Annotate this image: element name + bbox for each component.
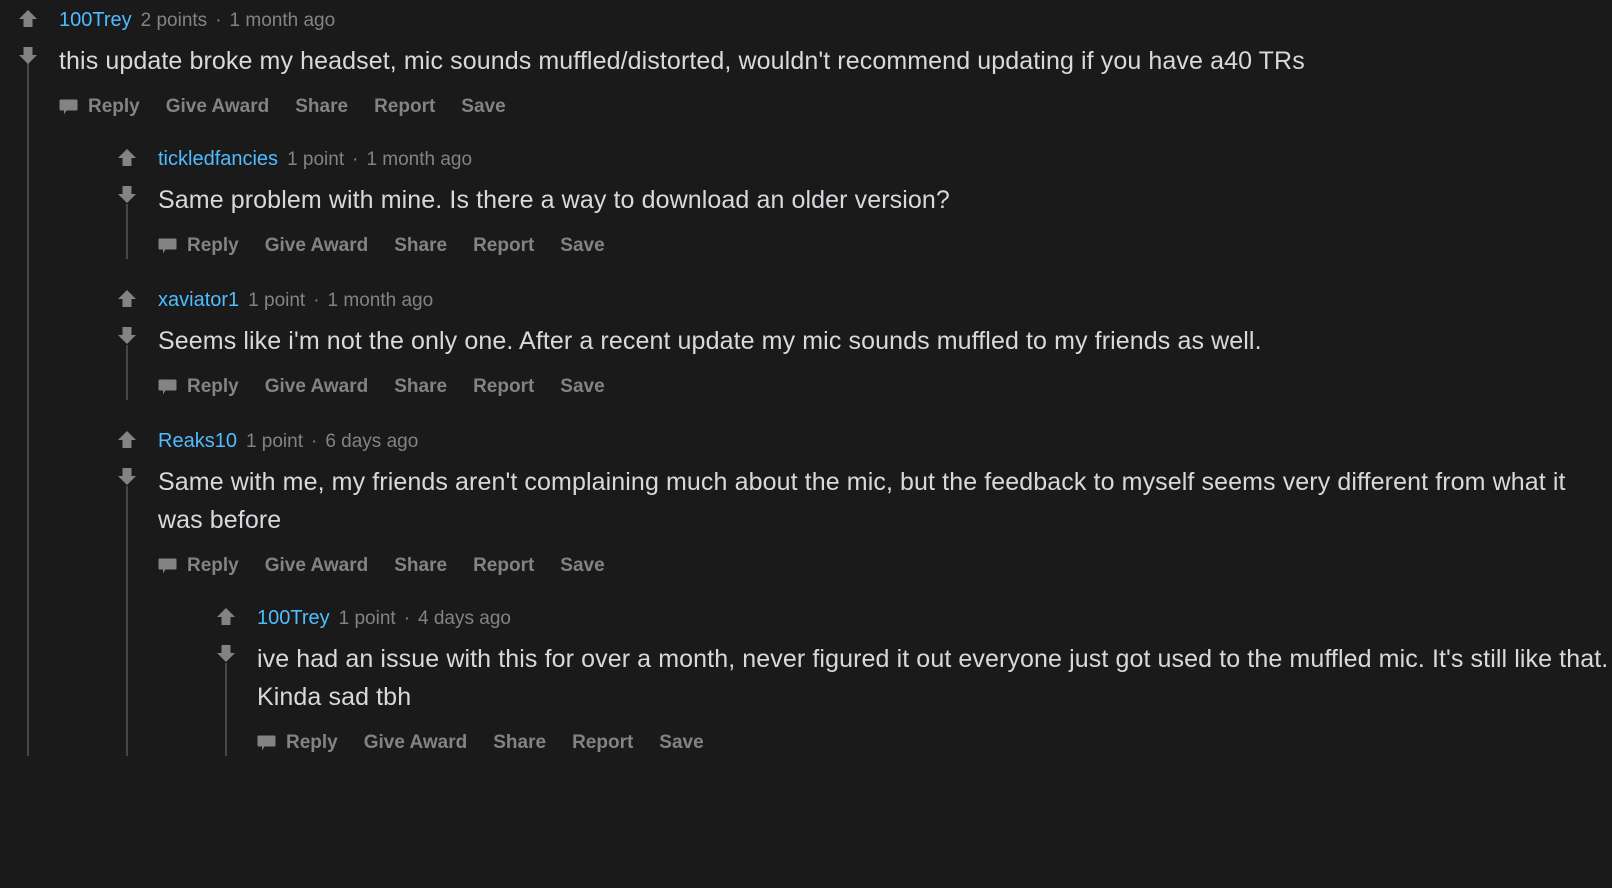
reply-button[interactable]: Reply xyxy=(158,235,239,257)
comment-body: Same problem with mine. Is there a way t… xyxy=(158,186,950,214)
reply-button[interactable]: Reply xyxy=(59,96,140,118)
upvote-arrow-icon[interactable] xyxy=(116,429,138,451)
comment-action-bar: Reply Give Award Share Report Save xyxy=(158,374,1612,400)
comment-timestamp[interactable]: 1 month ago xyxy=(328,286,434,316)
speech-bubble-icon xyxy=(257,734,276,753)
comment-author-link[interactable]: 100Trey xyxy=(59,5,132,35)
meta-separator: · xyxy=(215,10,222,31)
comment-meta: 100Trey 1 point · 4 days ago xyxy=(257,603,1612,633)
downvote-arrow-icon[interactable] xyxy=(17,44,39,66)
report-button[interactable]: Report xyxy=(473,555,534,577)
share-button[interactable]: Share xyxy=(394,376,447,398)
vote-controls xyxy=(215,606,237,664)
comment-body: Seems like i'm not the only one. After a… xyxy=(158,327,1262,355)
comment-thread: 100Trey 2 points · 1 month ago this upda… xyxy=(0,0,1612,888)
upvote-arrow-icon[interactable] xyxy=(215,606,237,628)
comment-content: 100Trey 2 points · 1 month ago this upda… xyxy=(0,5,1612,756)
meta-separator: · xyxy=(352,149,359,170)
give-award-button[interactable]: Give Award xyxy=(265,235,369,257)
comment-tickledfancies: tickledfancies 1 point · 1 month ago Sam… xyxy=(99,144,1612,259)
comment-reaks10: Reaks10 1 point · 6 days ago Same with m… xyxy=(99,426,1612,756)
comment-timestamp[interactable]: 6 days ago xyxy=(325,427,418,457)
comment-meta: Reaks10 1 point · 6 days ago xyxy=(158,426,1612,456)
save-button[interactable]: Save xyxy=(560,235,604,257)
reply-label: Reply xyxy=(187,376,239,397)
comment-replies: tickledfancies 1 point · 1 month ago Sam… xyxy=(59,144,1612,756)
downvote-arrow-icon[interactable] xyxy=(116,324,138,346)
reply-button[interactable]: Reply xyxy=(158,376,239,398)
vote-controls xyxy=(116,429,138,487)
comment-action-bar: Reply Give Award Share Report Save xyxy=(257,730,1612,756)
comment-body: ive had an issue with this for over a mo… xyxy=(257,645,1609,711)
comment-author-link[interactable]: 100Trey xyxy=(257,603,330,633)
vote-controls xyxy=(17,8,39,66)
comment-timestamp[interactable]: 4 days ago xyxy=(418,604,511,634)
comment-score: 1 point xyxy=(287,149,345,170)
comment-content: tickledfancies 1 point · 1 month ago Sam… xyxy=(99,144,1612,259)
vote-controls xyxy=(116,288,138,346)
speech-bubble-icon xyxy=(59,98,78,117)
reply-button[interactable]: Reply xyxy=(158,555,239,577)
upvote-arrow-icon[interactable] xyxy=(116,147,138,169)
report-button[interactable]: Report xyxy=(374,96,435,118)
speech-bubble-icon xyxy=(158,378,177,397)
comment-meta: 100Trey 2 points · 1 month ago xyxy=(59,5,1612,35)
speech-bubble-icon xyxy=(158,237,177,256)
save-button[interactable]: Save xyxy=(659,732,703,754)
downvote-arrow-icon[interactable] xyxy=(116,183,138,205)
share-button[interactable]: Share xyxy=(394,555,447,577)
comment-100trey-root: 100Trey 2 points · 1 month ago this upda… xyxy=(0,0,1612,756)
report-button[interactable]: Report xyxy=(572,732,633,754)
comment-body: this update broke my headset, mic sounds… xyxy=(59,47,1305,75)
comment-action-bar: Reply Give Award Share Report Save xyxy=(158,553,1612,579)
upvote-arrow-icon[interactable] xyxy=(116,288,138,310)
comment-meta: xaviator1 1 point · 1 month ago xyxy=(158,285,1612,315)
comment-score: 2 points xyxy=(140,10,208,31)
meta-separator: · xyxy=(313,290,320,311)
comment-action-bar: Reply Give Award Share Report Save xyxy=(59,94,1612,120)
comment-xaviator1: xaviator1 1 point · 1 month ago Seems li… xyxy=(99,285,1612,400)
save-button[interactable]: Save xyxy=(560,555,604,577)
comment-score: 1 point xyxy=(338,608,396,629)
reply-label: Reply xyxy=(88,96,140,117)
downvote-arrow-icon[interactable] xyxy=(215,642,237,664)
comment-author-link[interactable]: Reaks10 xyxy=(158,426,237,456)
vote-controls xyxy=(116,147,138,205)
comment-meta: tickledfancies 1 point · 1 month ago xyxy=(158,144,1612,174)
reply-label: Reply xyxy=(286,732,338,753)
comment-timestamp[interactable]: 1 month ago xyxy=(230,6,336,36)
comment-score: 1 point xyxy=(248,290,306,311)
comment-content: Reaks10 1 point · 6 days ago Same with m… xyxy=(99,426,1612,756)
upvote-arrow-icon[interactable] xyxy=(17,8,39,30)
comment-author-link[interactable]: xaviator1 xyxy=(158,285,239,315)
downvote-arrow-icon[interactable] xyxy=(116,465,138,487)
meta-separator: · xyxy=(403,608,411,629)
meta-separator: · xyxy=(310,431,318,452)
give-award-button[interactable]: Give Award xyxy=(265,555,369,577)
share-button[interactable]: Share xyxy=(493,732,546,754)
comment-content: xaviator1 1 point · 1 month ago Seems li… xyxy=(99,285,1612,400)
comment-replies: 100Trey 1 point · 4 days ago ive had an … xyxy=(158,603,1612,756)
give-award-button[interactable]: Give Award xyxy=(364,732,468,754)
save-button[interactable]: Save xyxy=(461,96,505,118)
reply-button[interactable]: Reply xyxy=(257,732,338,754)
give-award-button[interactable]: Give Award xyxy=(265,376,369,398)
speech-bubble-icon xyxy=(158,557,177,576)
comment-timestamp[interactable]: 1 month ago xyxy=(366,145,472,175)
reply-label: Reply xyxy=(187,555,239,576)
share-button[interactable]: Share xyxy=(295,96,348,118)
save-button[interactable]: Save xyxy=(560,376,604,398)
comment-action-bar: Reply Give Award Share Report Save xyxy=(158,233,1612,259)
reply-label: Reply xyxy=(187,235,239,256)
comment-score: 1 point xyxy=(245,431,303,452)
share-button[interactable]: Share xyxy=(394,235,447,257)
comment-body: Same with me, my friends aren't complain… xyxy=(158,468,1566,534)
comment-content: 100Trey 1 point · 4 days ago ive had an … xyxy=(198,603,1612,756)
comment-100trey-nested: 100Trey 1 point · 4 days ago ive had an … xyxy=(198,603,1612,756)
comment-author-link[interactable]: tickledfancies xyxy=(158,144,278,174)
report-button[interactable]: Report xyxy=(473,376,534,398)
give-award-button[interactable]: Give Award xyxy=(166,96,270,118)
report-button[interactable]: Report xyxy=(473,235,534,257)
